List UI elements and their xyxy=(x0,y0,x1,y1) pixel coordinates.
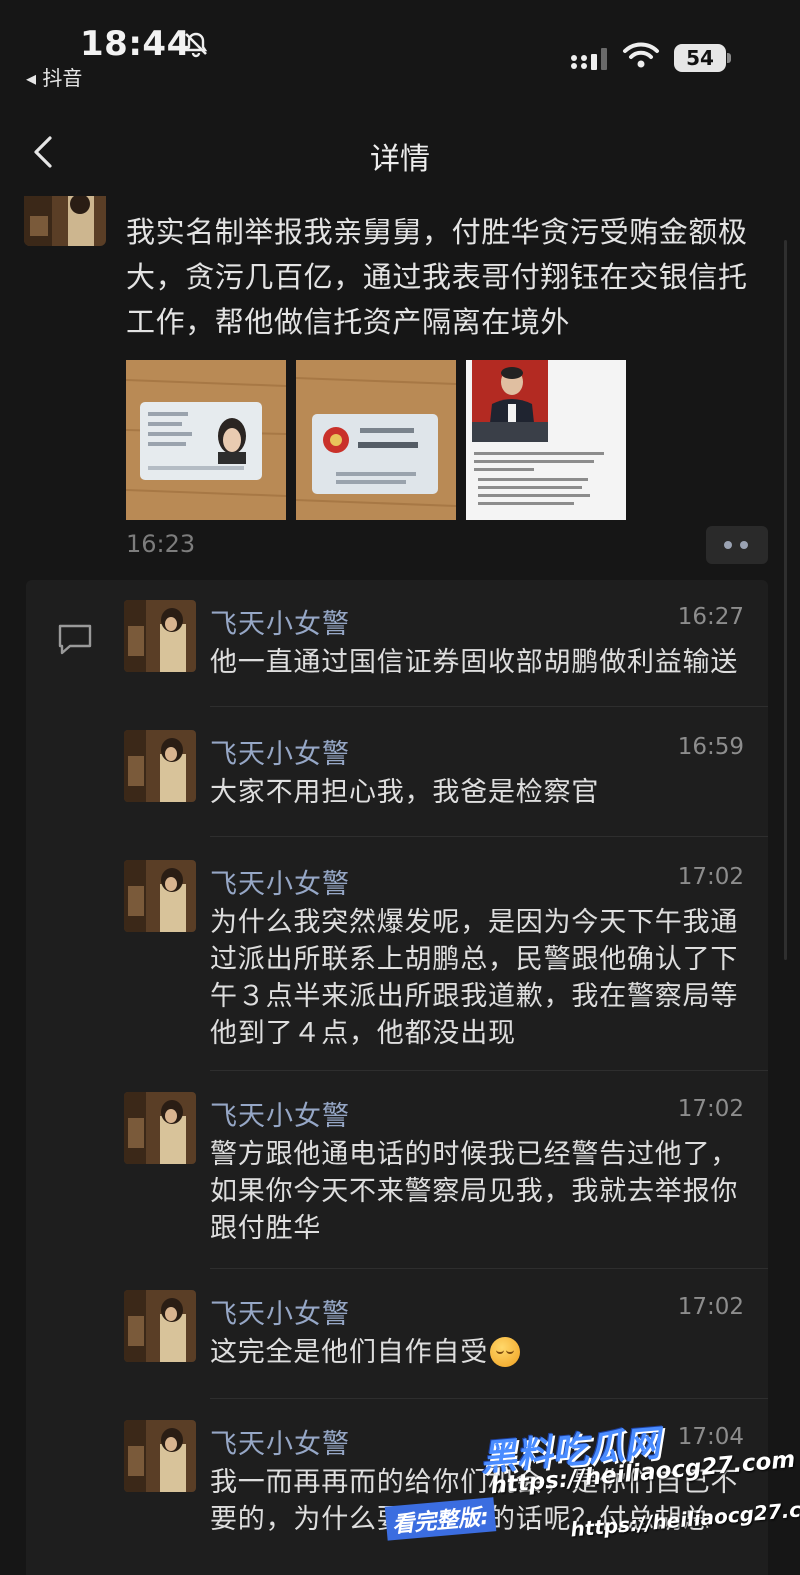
post-avatar[interactable] xyxy=(24,196,106,246)
back-to-app-link[interactable]: ◂ 抖音 xyxy=(26,62,82,91)
commenter-avatar[interactable] xyxy=(124,860,196,932)
comment-time: 17:04 xyxy=(677,1424,744,1450)
commenter-name[interactable]: 飞天小女警 xyxy=(210,862,350,901)
commenter-avatar[interactable] xyxy=(124,1092,196,1164)
more-options-button[interactable] xyxy=(706,526,768,564)
comments-panel: 飞天小女警 16:27 他一直通过国信证券固收部胡鹏做利益输送 飞天小女警 16:59… xyxy=(26,580,768,1575)
divider xyxy=(210,836,768,837)
divider xyxy=(210,1398,768,1399)
profile-document-photo[interactable] xyxy=(466,360,626,520)
scrollbar[interactable] xyxy=(784,240,787,960)
battery-cap xyxy=(727,53,731,63)
page-title: 详情 xyxy=(370,142,430,177)
comment-time: 16:59 xyxy=(677,734,744,760)
comment-icon xyxy=(58,624,92,655)
id-card-front-photo[interactable] xyxy=(126,360,286,520)
commenter-name[interactable]: 飞天小女警 xyxy=(210,732,350,771)
grimace-emoji-icon xyxy=(490,1337,520,1367)
comment-time: 17:02 xyxy=(677,864,744,890)
comment-text: 大家不用担心我，我爸是检察官 xyxy=(210,777,600,808)
comment-time: 17:02 xyxy=(677,1294,744,1320)
comment-text: 他一直通过国信证券固收部胡鹏做利益输送 xyxy=(210,647,739,678)
commenter-avatar[interactable] xyxy=(124,730,196,802)
commenter-avatar[interactable] xyxy=(124,1420,196,1492)
wifi-icon xyxy=(623,42,659,68)
comment-text: 为什么我突然爆发呢，是因为今天下午我通过派出所联系上胡鹏总，民警跟他确认了下午３… xyxy=(210,907,739,1049)
commenter-name[interactable]: 飞天小女警 xyxy=(210,602,350,641)
status-bar: 18:44 ◂ 抖音 54 xyxy=(0,0,800,100)
id-card-back-photo[interactable] xyxy=(296,360,456,520)
battery-icon: 54 xyxy=(674,44,726,72)
signal-icon xyxy=(571,48,607,70)
status-time: 18:44 xyxy=(80,24,191,64)
commenter-avatar[interactable] xyxy=(124,600,196,672)
divider xyxy=(210,1070,768,1071)
comment-time: 16:27 xyxy=(677,604,744,630)
divider xyxy=(210,1268,768,1269)
comment-text: 警方跟他通电话的时候我已经警告过他了，如果你今天不来警察局见我，我就去举报你跟付… xyxy=(210,1139,739,1244)
divider xyxy=(210,706,768,707)
comment-time: 17:02 xyxy=(677,1096,744,1122)
commenter-name[interactable]: 飞天小女警 xyxy=(210,1094,350,1133)
comment-text: 我一而再再而的给你们机会，是你们自己不要的，为什么要把我说的话呢？付总胡总 xyxy=(210,1467,739,1535)
commenter-name[interactable]: 飞天小女警 xyxy=(210,1422,350,1461)
nav-bar: 详情 xyxy=(0,110,800,196)
comment-text: 这完全是他们自作自受 xyxy=(210,1334,760,1371)
commenter-avatar[interactable] xyxy=(124,1290,196,1362)
commenter-name[interactable]: 飞天小女警 xyxy=(210,1292,350,1331)
post-text: 我实名制举报我亲舅舅，付胜华贪污受贿金额极大，贪污几百亿，通过我表哥付翔钰在交银… xyxy=(126,215,748,339)
bell-off-icon xyxy=(184,32,208,58)
post-timestamp: 16:23 xyxy=(126,530,196,558)
